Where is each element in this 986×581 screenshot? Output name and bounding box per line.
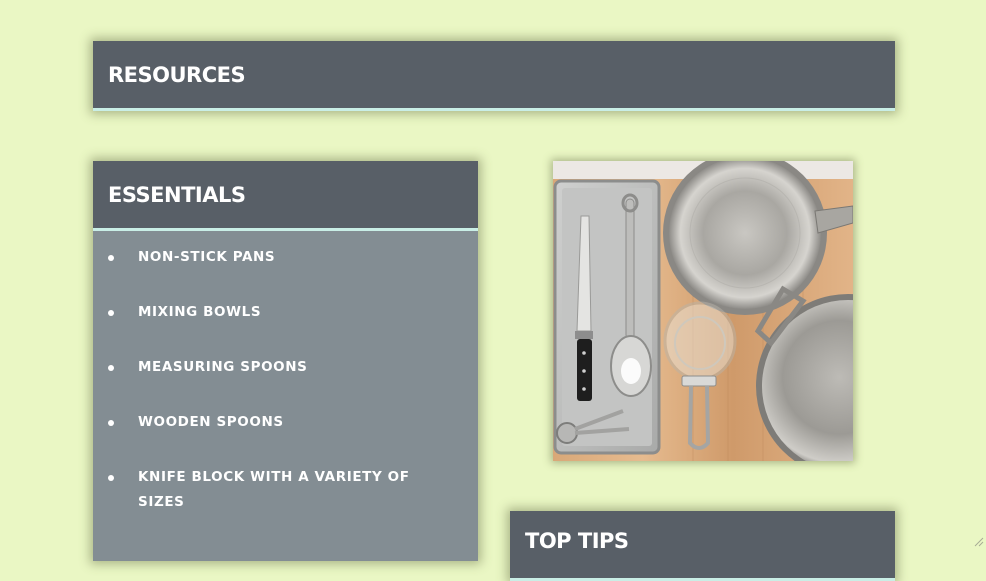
essentials-panel: ESSENTIALS NON-STICK PANS MIXING BOWLS M… xyxy=(93,161,478,561)
list-item: NON-STICK PANS xyxy=(93,245,478,270)
list-item-label: WOODEN SPOONS xyxy=(138,414,284,430)
top-tips-header: TOP TIPS xyxy=(510,511,895,581)
kitchen-tools-photo xyxy=(553,161,853,461)
kitchen-tools-illustration xyxy=(553,161,853,461)
list-item: KNIFE BLOCK WITH A VARIETY OF SIZES xyxy=(93,465,478,515)
resize-grip-icon[interactable] xyxy=(974,537,984,547)
resources-header: RESOURCES xyxy=(93,41,895,111)
bullet-icon xyxy=(108,255,114,261)
essentials-title: ESSENTIALS xyxy=(108,182,246,207)
resources-title: RESOURCES xyxy=(108,62,246,87)
resources-panel: RESOURCES xyxy=(93,41,895,111)
list-item-label: KNIFE BLOCK WITH A VARIETY OF SIZES xyxy=(138,469,410,510)
bullet-icon xyxy=(108,420,114,426)
list-item: MEASURING SPOONS xyxy=(93,355,478,380)
list-item-label: NON-STICK PANS xyxy=(138,249,276,265)
list-item: MIXING BOWLS xyxy=(93,300,478,325)
essentials-header: ESSENTIALS xyxy=(93,161,478,231)
list-item-label: MEASURING SPOONS xyxy=(138,359,308,375)
bullet-icon xyxy=(108,475,114,481)
bullet-icon xyxy=(108,365,114,371)
list-item-label: MIXING BOWLS xyxy=(138,304,262,320)
essentials-list: NON-STICK PANS MIXING BOWLS MEASURING SP… xyxy=(93,231,478,515)
list-item: WOODEN SPOONS xyxy=(93,410,478,435)
bullet-icon xyxy=(108,310,114,316)
top-tips-title: TOP TIPS xyxy=(525,529,629,553)
top-tips-panel: TOP TIPS xyxy=(510,511,895,581)
